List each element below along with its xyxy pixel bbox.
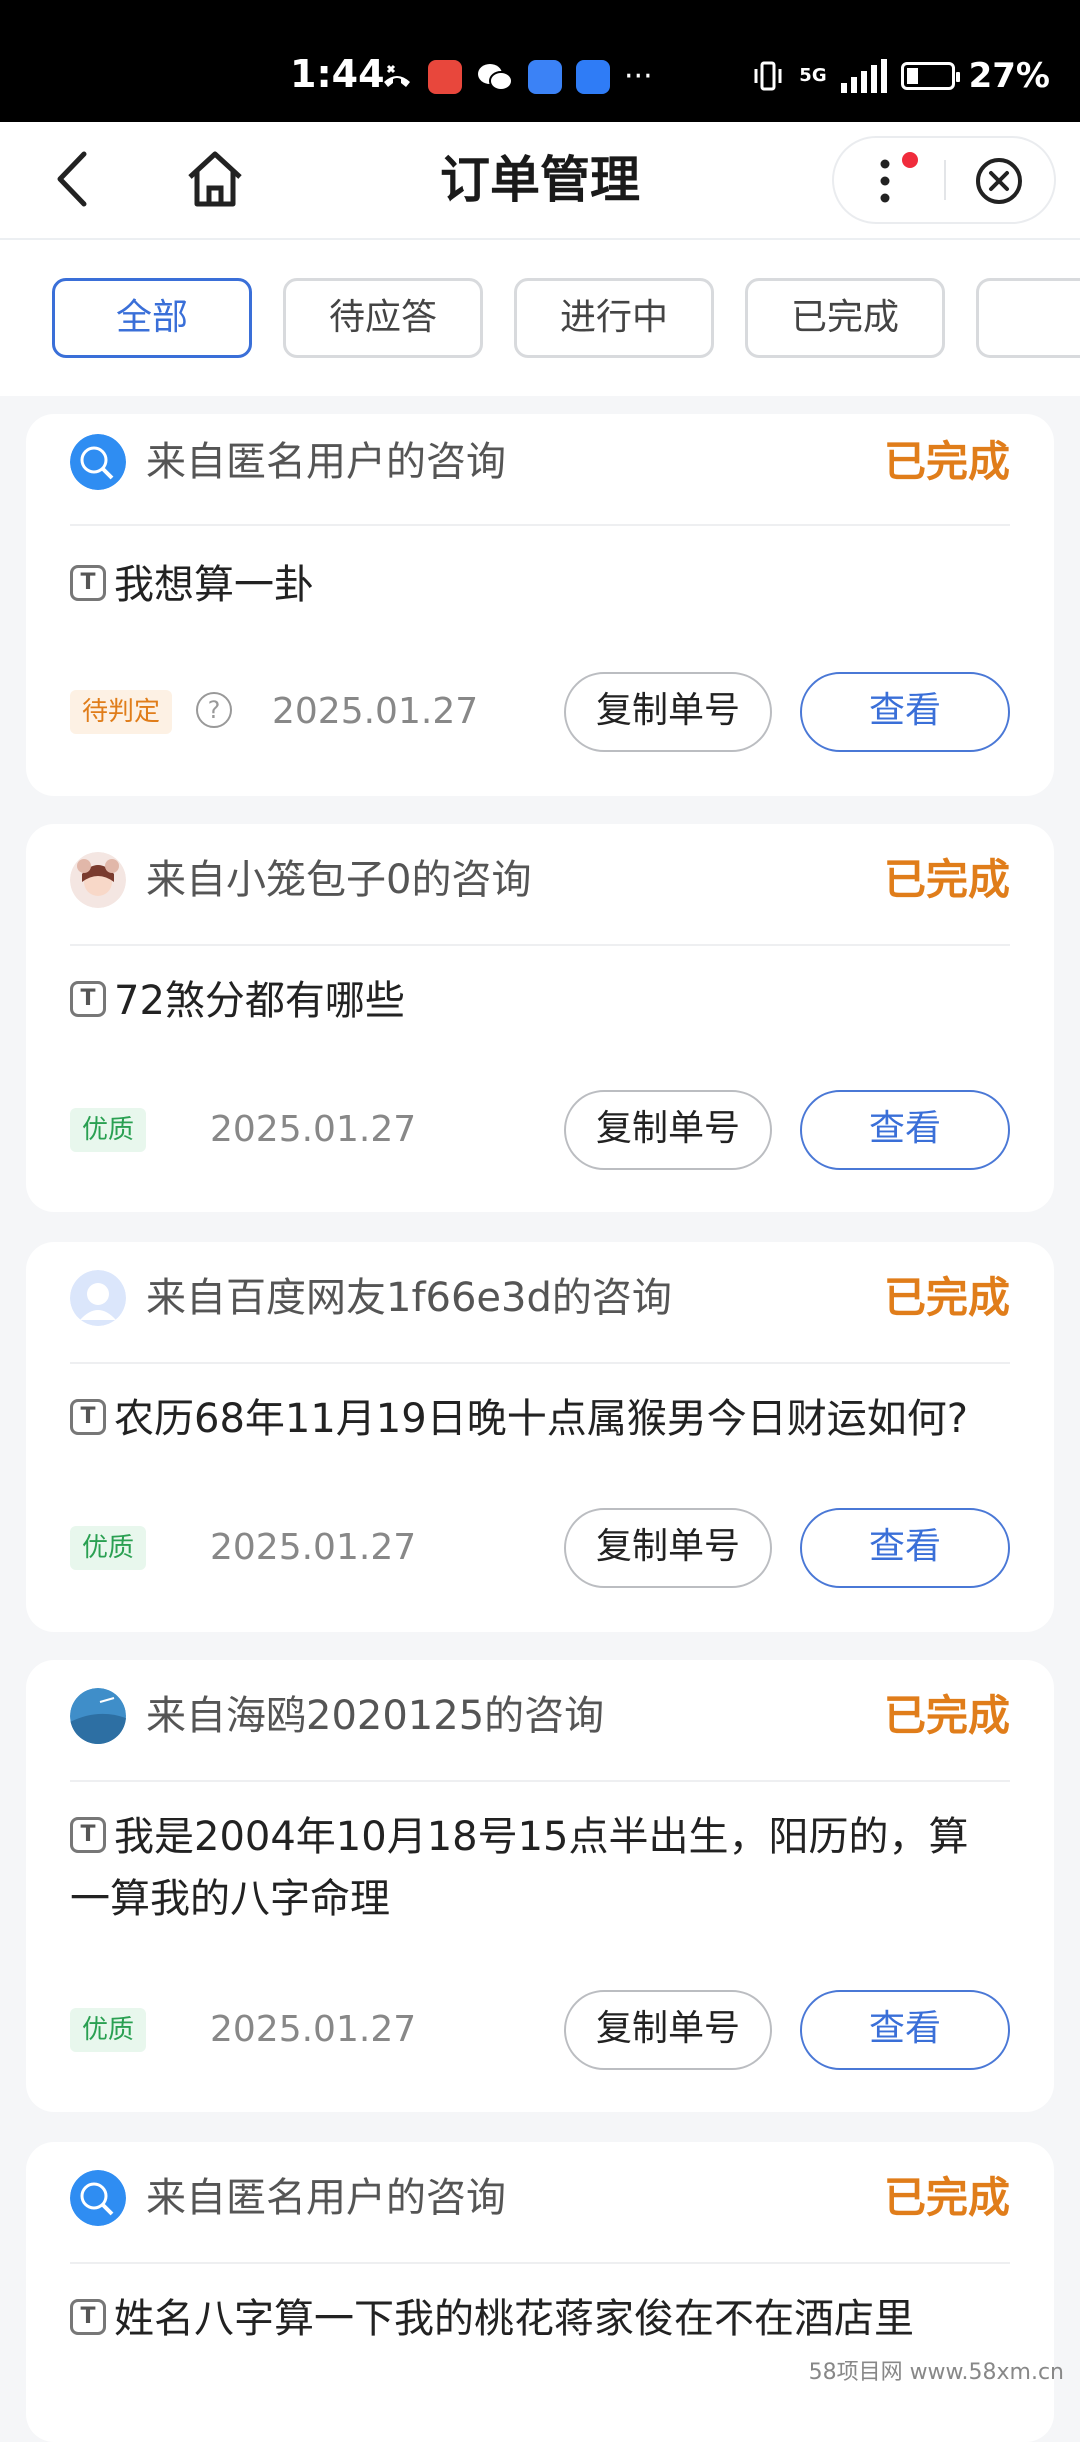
card-footer: 待判定 ? 2025.01.27 复制单号 查看 (70, 672, 1010, 752)
view-button[interactable]: 查看 (800, 1990, 1010, 2070)
order-date: 2025.01.27 (210, 1527, 417, 1568)
more-notifications-icon: ··· (624, 59, 653, 94)
status-label: 已完成 (883, 1691, 1010, 1740)
question-content: 农历68年11月19日晚十点属猴男今日财运如何? (114, 1396, 968, 1442)
close-icon[interactable] (974, 156, 1024, 206)
order-date: 2025.01.27 (210, 1109, 417, 1150)
question-content: 我是2004年10月18号15点半出生，阳历的，算一算我的八字命理 (70, 1814, 969, 1922)
status-badge: 待判定 (70, 690, 173, 734)
consult-source: 来自海鸥2020125的咨询 (146, 1693, 605, 1739)
order-card[interactable]: 来自海鸥2020125的咨询 已完成 T 我是2004年10月18号15点半出生，… (26, 1660, 1054, 2112)
consult-source: 来自百度网友1f66e3d的咨询 (146, 1275, 672, 1321)
divider (70, 524, 1010, 526)
status-right: 5G 27% (751, 56, 1050, 96)
view-button[interactable]: 查看 (800, 672, 1010, 752)
question-text: T 农历68年11月19日晚十点属猴男今日财运如何? (70, 1388, 1024, 1450)
signal-icon (840, 59, 887, 93)
capsule-divider (944, 160, 946, 200)
order-date: 2025.01.27 (210, 2009, 417, 2050)
tab-more-partial[interactable] (976, 278, 1080, 358)
view-button[interactable]: 查看 (800, 1090, 1010, 1170)
battery-icon (900, 62, 960, 90)
huawei-app-icon (428, 60, 462, 94)
question-text: T 我想算一卦 (70, 554, 994, 616)
anonymous-avatar-icon (70, 2170, 126, 2226)
status-label: 已完成 (883, 437, 1010, 486)
network-type: 5G (799, 65, 827, 86)
order-card[interactable]: 来自小笼包子0的咨询 已完成 T 72煞分都有哪些 优质 2025.01.27 复… (26, 824, 1054, 1212)
order-card[interactable]: 来自百度网友1f66e3d的咨询 已完成 T 农历68年11月19日晚十点属猴男今… (26, 1242, 1054, 1632)
tab-in-progress[interactable]: 进行中 (514, 278, 714, 358)
wechat-icon (478, 64, 513, 91)
card-header: 来自海鸥2020125的咨询 已完成 (70, 1660, 1010, 1764)
baidu-icon (528, 60, 562, 94)
question-content: 72煞分都有哪些 (114, 978, 405, 1024)
question-text: T 72煞分都有哪些 (70, 970, 994, 1032)
card-header: 来自匿名用户的咨询 已完成 (70, 414, 1010, 518)
consult-source: 来自匿名用户的咨询 (146, 2175, 506, 2221)
more-icon[interactable] (870, 156, 900, 206)
divider (70, 1362, 1010, 1364)
tab-pending[interactable]: 待应答 (283, 278, 483, 358)
question-text: T 姓名八字算一下我的桃花蒋家俊在不在酒店里 (70, 2288, 994, 2350)
text-type-icon: T (70, 1399, 106, 1435)
status-label: 已完成 (883, 855, 1010, 904)
order-date: 2025.01.27 (272, 691, 479, 732)
divider (70, 944, 1010, 946)
card-header: 来自小笼包子0的咨询 已完成 (70, 824, 1010, 928)
default-avatar-icon (70, 1270, 126, 1326)
view-button[interactable]: 查看 (800, 1508, 1010, 1588)
status-label: 已完成 (883, 1273, 1010, 1322)
question-text: T 我是2004年10月18号15点半出生，阳历的，算一算我的八字命理 (70, 1806, 994, 1930)
vibrate-icon (754, 61, 782, 91)
divider (70, 2262, 1010, 2264)
quality-badge: 优质 (70, 1108, 147, 1152)
order-card[interactable]: 来自匿名用户的咨询 已完成 T 姓名八字算一下我的桃花蒋家俊在不在酒店里 (26, 2142, 1054, 2442)
card-footer: 优质 2025.01.27 复制单号 查看 (70, 1990, 1010, 2070)
status-bar: 1:44 ··· 5G 27% (0, 0, 1080, 122)
tab-all[interactable]: 全部 (52, 278, 252, 358)
order-card[interactable]: 来自匿名用户的咨询 已完成 T 我想算一卦 待判定 ? 2025.01.27 复制… (26, 414, 1054, 796)
copy-order-button[interactable]: 复制单号 (564, 1508, 772, 1588)
help-icon[interactable]: ? (196, 692, 232, 728)
mini-program-capsule (832, 136, 1056, 224)
question-content: 我想算一卦 (114, 562, 314, 608)
notification-icons: ··· (380, 60, 653, 94)
text-type-icon: T (70, 981, 106, 1017)
quality-badge: 优质 (70, 1526, 147, 1570)
card-header: 来自匿名用户的咨询 已完成 (70, 2142, 1010, 2246)
tab-completed[interactable]: 已完成 (745, 278, 945, 358)
text-type-icon: T (70, 565, 106, 601)
text-type-icon: T (70, 2299, 106, 2335)
question-content: 姓名八字算一下我的桃花蒋家俊在不在酒店里 (114, 2296, 914, 2342)
copy-order-button[interactable]: 复制单号 (564, 1090, 772, 1170)
user-avatar (70, 1688, 126, 1744)
consult-source: 来自匿名用户的咨询 (146, 439, 506, 485)
cloud-icon (576, 60, 610, 94)
status-label: 已完成 (883, 2173, 1010, 2222)
missed-call-icon (384, 64, 410, 87)
filter-tabs: 全部 待应答 进行中 已完成 (0, 240, 1080, 396)
nav-header: 订单管理 (0, 122, 1080, 240)
text-type-icon: T (70, 1817, 106, 1853)
notification-dot (902, 152, 918, 168)
watermark: 58项目网 www.58xm.cn (808, 2360, 1064, 2385)
status-time: 1:44 (290, 52, 385, 96)
copy-order-button[interactable]: 复制单号 (564, 672, 772, 752)
quality-badge: 优质 (70, 2008, 147, 2052)
user-avatar (70, 852, 126, 908)
card-footer: 优质 2025.01.27 复制单号 查看 (70, 1090, 1010, 1170)
anonymous-avatar-icon (70, 434, 126, 490)
card-footer: 优质 2025.01.27 复制单号 查看 (70, 1508, 1010, 1588)
battery-percent: 27% (968, 56, 1050, 96)
divider (70, 1780, 1010, 1782)
copy-order-button[interactable]: 复制单号 (564, 1990, 772, 2070)
consult-source: 来自小笼包子0的咨询 (146, 857, 532, 903)
card-header: 来自百度网友1f66e3d的咨询 已完成 (70, 1242, 1010, 1346)
